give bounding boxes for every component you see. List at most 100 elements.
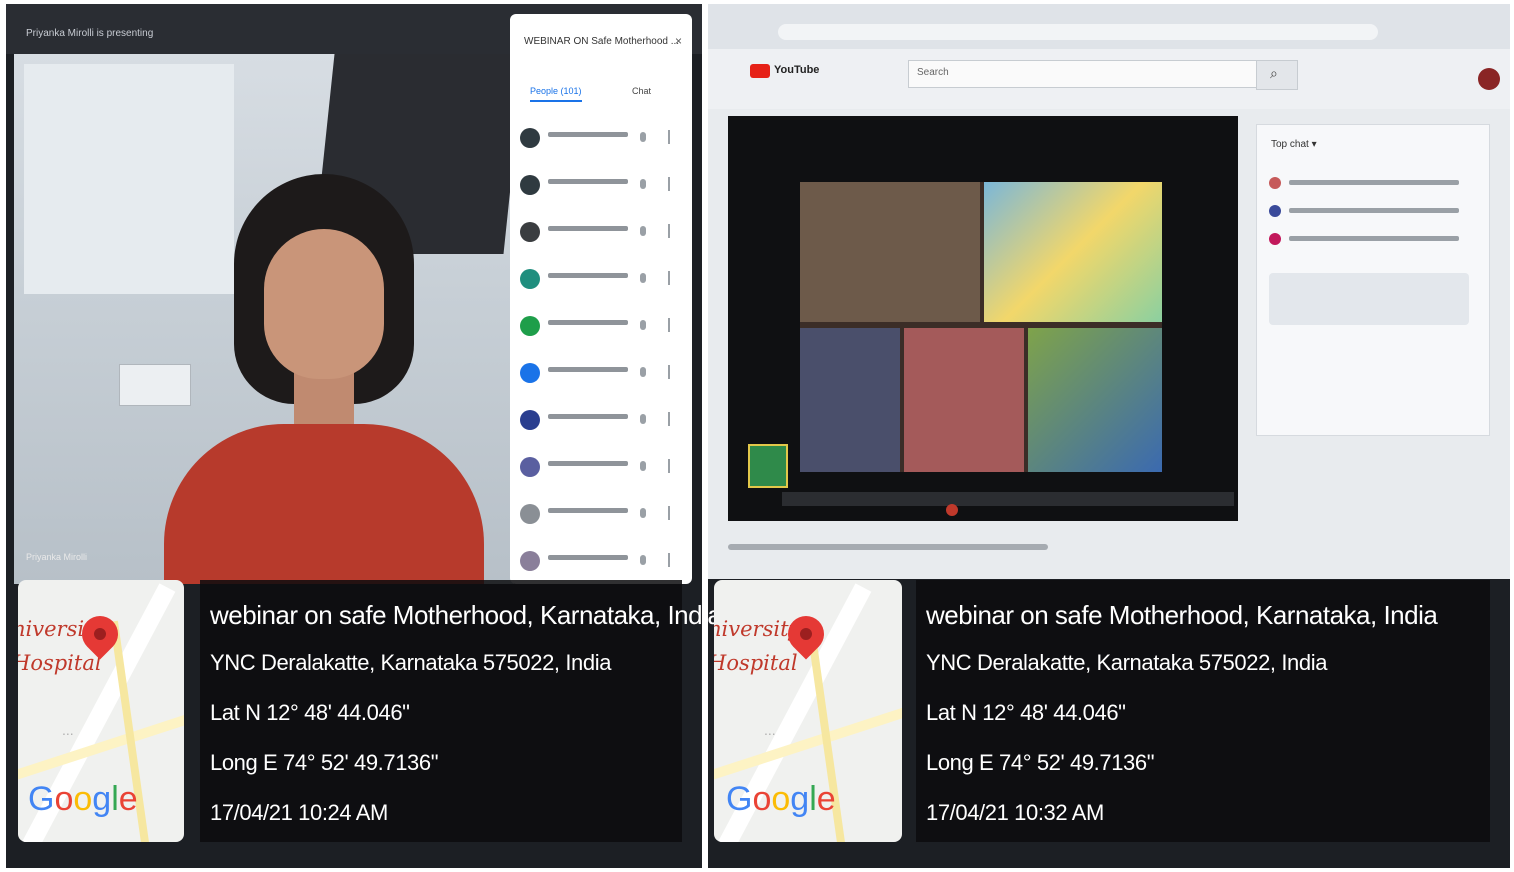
chat-text: [1289, 208, 1459, 213]
browser-tab-bar: [708, 4, 1510, 49]
participant-name: [548, 367, 628, 372]
stamp-latitude: Lat N 12° 48' 44.046": [210, 700, 410, 725]
participant-avatar: [520, 128, 540, 148]
more-options-icon[interactable]: [668, 318, 670, 332]
mic-icon[interactable]: [640, 508, 646, 518]
video-title-line: [728, 544, 1048, 550]
map-thumbnail: niversity Hospital ... Google: [714, 580, 902, 842]
google-logo: Google: [726, 780, 836, 818]
chat-avatar: [1269, 177, 1281, 189]
participant-name: [548, 132, 628, 137]
avatar[interactable]: [1478, 68, 1500, 90]
stamp-datetime: 17/04/21 10:24 AM: [210, 800, 388, 825]
chat-title[interactable]: Top chat ▾: [1271, 139, 1317, 150]
search-button[interactable]: [1256, 60, 1298, 90]
google-logo: Google: [28, 780, 138, 818]
stamp-longitude: Long E 74° 52' 49.7136": [210, 750, 439, 775]
map-thumbnail: niversity Hospital ... Google: [18, 580, 184, 842]
live-chat-panel: Top chat ▾: [1256, 124, 1490, 436]
participant-avatar: [520, 551, 540, 571]
chat-avatar: [1269, 205, 1281, 217]
stamp-address: YNC Deralakatte, Karnataka 575022, India: [210, 650, 612, 675]
chat-text: [1289, 180, 1459, 185]
participant-avatar: [520, 222, 540, 242]
participant-name: [548, 226, 628, 231]
participant-avatar: [520, 175, 540, 195]
gps-stamp-right: niversity Hospital ... Google webinar on…: [714, 574, 1490, 844]
participant-row[interactable]: [520, 357, 686, 389]
college-logo: [748, 444, 788, 488]
participant-row[interactable]: [520, 451, 686, 483]
participant-row[interactable]: [520, 169, 686, 201]
participant-name: [548, 273, 628, 278]
participant-avatar: [520, 363, 540, 383]
search-placeholder: Search: [917, 67, 949, 78]
more-options-icon[interactable]: [668, 271, 670, 285]
progress-handle[interactable]: [946, 504, 958, 516]
participant-row[interactable]: [520, 545, 686, 577]
more-options-icon[interactable]: [668, 130, 670, 144]
participant-name: [548, 320, 628, 325]
participant-row[interactable]: [520, 310, 686, 342]
participant-row[interactable]: [520, 216, 686, 248]
close-icon[interactable]: ×: [675, 34, 682, 48]
location-info: webinar on safe Motherhood, Karnataka, I…: [200, 580, 722, 842]
stamp-title: webinar on safe Motherhood, Karnataka, I…: [926, 600, 1438, 630]
mic-icon[interactable]: [640, 320, 646, 330]
more-options-icon[interactable]: [668, 506, 670, 520]
tab-chat[interactable]: Chat: [632, 86, 651, 96]
mic-icon[interactable]: [640, 132, 646, 142]
stamp-latitude: Lat N 12° 48' 44.046": [926, 700, 1126, 725]
map-place-label: niversity Hospital: [714, 617, 801, 675]
more-options-icon[interactable]: [668, 365, 670, 379]
mic-icon[interactable]: [640, 461, 646, 471]
search-input[interactable]: Search: [908, 60, 1258, 88]
gps-stamp-left: niversity Hospital ... Google webinar on…: [18, 574, 722, 844]
chat-avatar: [1269, 233, 1281, 245]
chat-welcome-note: [1269, 273, 1469, 325]
mic-icon[interactable]: [640, 273, 646, 283]
video-caption-strip: [782, 492, 1234, 506]
chat-text: [1289, 236, 1459, 241]
address-bar[interactable]: [778, 24, 1378, 40]
youtube-logo-text[interactable]: YouTube: [774, 64, 819, 76]
more-options-icon[interactable]: [668, 412, 670, 426]
mic-icon[interactable]: [640, 179, 646, 189]
youtube-logo-icon[interactable]: [750, 64, 770, 78]
stamp-title: webinar on safe Motherhood, Karnataka, I…: [210, 600, 722, 630]
participant-name: [548, 179, 628, 184]
participant-avatar: [520, 316, 540, 336]
map-dots: ...: [764, 722, 776, 738]
participant-avatar: [520, 269, 540, 289]
speaker-name-tag: Priyanka Mirolli: [26, 552, 88, 562]
participant-name: [548, 508, 628, 513]
mic-icon[interactable]: [640, 367, 646, 377]
more-options-icon[interactable]: [668, 224, 670, 238]
participant-avatar: [520, 457, 540, 477]
participants-panel: WEBINAR ON Safe Motherhood ... × People …: [510, 14, 692, 584]
chat-message: [1269, 231, 1469, 249]
video-collage: [800, 182, 1162, 472]
presenting-text: Priyanka Mirolli is presenting: [26, 28, 154, 39]
participant-name: [548, 555, 628, 560]
location-info: webinar on safe Motherhood, Karnataka, I…: [916, 580, 1490, 842]
chat-message: [1269, 175, 1469, 193]
participant-avatar: [520, 504, 540, 524]
tab-people[interactable]: People (101): [530, 86, 582, 102]
panel-title: WEBINAR ON Safe Motherhood ...: [524, 36, 680, 47]
participant-row[interactable]: [520, 498, 686, 530]
map-dots: ...: [62, 722, 74, 738]
mic-icon[interactable]: [640, 226, 646, 236]
chat-message: [1269, 203, 1469, 221]
more-options-icon[interactable]: [668, 553, 670, 567]
mic-icon[interactable]: [640, 414, 646, 424]
participant-row[interactable]: [520, 263, 686, 295]
stamp-address: YNC Deralakatte, Karnataka 575022, India: [926, 650, 1328, 675]
more-options-icon[interactable]: [668, 177, 670, 191]
participant-row[interactable]: [520, 122, 686, 154]
stamp-datetime: 17/04/21 10:32 AM: [926, 800, 1104, 825]
participant-avatar: [520, 410, 540, 430]
more-options-icon[interactable]: [668, 459, 670, 473]
participant-row[interactable]: [520, 404, 686, 436]
mic-icon[interactable]: [640, 555, 646, 565]
